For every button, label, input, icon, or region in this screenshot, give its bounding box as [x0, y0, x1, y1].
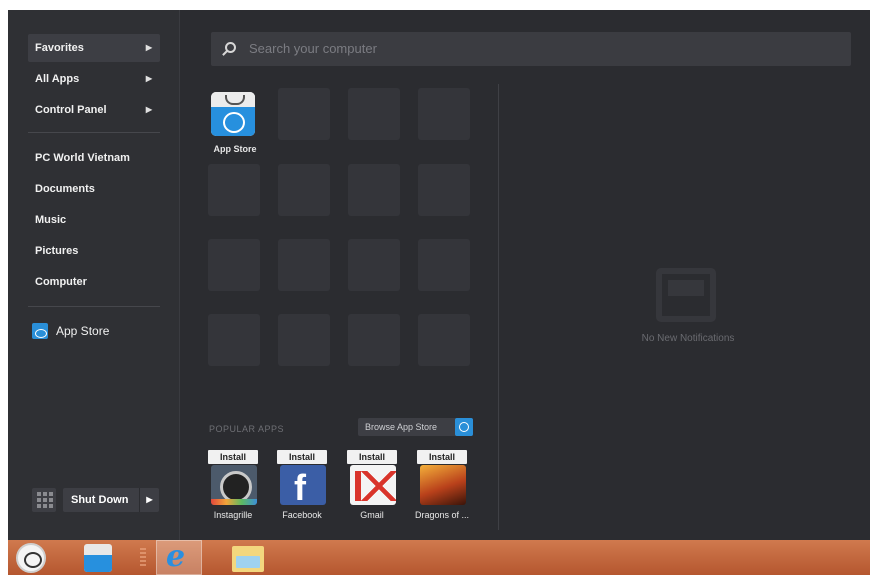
- empty-tile[interactable]: [348, 314, 400, 366]
- column-divider: [498, 84, 499, 530]
- empty-tile[interactable]: [278, 239, 330, 291]
- nav-pictures[interactable]: Pictures: [28, 237, 160, 265]
- grid-dot: [43, 504, 47, 508]
- internet-explorer-icon[interactable]: e: [156, 539, 202, 575]
- search-icon: [225, 42, 236, 53]
- nav-favorites-label: Favorites: [35, 42, 84, 54]
- empty-tile[interactable]: [348, 88, 400, 140]
- search-placeholder: Search your computer: [249, 41, 377, 56]
- all-apps-grid-button[interactable]: [32, 488, 56, 512]
- install-button-facebook[interactable]: Install: [277, 450, 327, 464]
- empty-tile[interactable]: [208, 314, 260, 366]
- chevron-right-icon: ▶: [145, 105, 152, 114]
- install-button-instagrille[interactable]: Install: [208, 450, 258, 464]
- nav-documents[interactable]: Documents: [28, 175, 160, 203]
- empty-tile[interactable]: [278, 314, 330, 366]
- start-menu: Favorites ▶ All Apps ▶ Control Panel ▶ P…: [8, 10, 870, 540]
- app-store-tile-label: App Store: [213, 144, 257, 154]
- empty-tile[interactable]: [278, 88, 330, 140]
- nav-divider: [28, 132, 160, 133]
- install-button-dragons[interactable]: Install: [417, 450, 467, 464]
- shutdown-label: Shut Down: [71, 494, 129, 506]
- empty-tile[interactable]: [278, 164, 330, 216]
- dragons-app-icon[interactable]: [420, 465, 466, 505]
- nav-favorites[interactable]: Favorites ▶: [28, 34, 160, 62]
- inbox-icon: [656, 268, 716, 322]
- left-panel: Favorites ▶ All Apps ▶ Control Panel ▶ P…: [8, 10, 180, 540]
- empty-tile[interactable]: [348, 164, 400, 216]
- nav-control-panel-label: Control Panel: [35, 104, 107, 116]
- nav-pc-world-vietnam[interactable]: PC World Vietnam: [28, 144, 160, 172]
- grid-dot: [37, 498, 41, 502]
- file-explorer-icon[interactable]: [232, 546, 264, 572]
- nav-music[interactable]: Music: [28, 206, 160, 234]
- gmail-app-icon[interactable]: [350, 465, 396, 505]
- chevron-right-icon: ▶: [145, 74, 152, 83]
- facebook-label: Facebook: [282, 510, 322, 520]
- empty-tile[interactable]: [418, 314, 470, 366]
- taskbar-app-store-icon[interactable]: [84, 544, 112, 572]
- nav-divider: [28, 306, 160, 307]
- empty-tile[interactable]: [208, 164, 260, 216]
- empty-tile[interactable]: [348, 239, 400, 291]
- grid-dot: [49, 492, 53, 496]
- empty-tile[interactable]: [418, 88, 470, 140]
- grid-dot: [43, 492, 47, 496]
- nav-all-apps-label: All Apps: [35, 73, 80, 85]
- shutdown-button[interactable]: Shut Down ▶: [63, 488, 159, 512]
- taskbar: e: [8, 539, 870, 575]
- browse-app-store-label: Browse App Store: [365, 422, 438, 432]
- facebook-app-icon[interactable]: [280, 465, 326, 505]
- browse-app-store-button[interactable]: Browse App Store: [358, 418, 473, 436]
- grid-dot: [37, 504, 41, 508]
- app-store-icon: [455, 418, 473, 436]
- nav-control-panel[interactable]: Control Panel ▶: [28, 96, 160, 124]
- shopping-bag-icon: [211, 92, 255, 107]
- grid-dot: [49, 504, 53, 508]
- grid-dot: [49, 498, 53, 502]
- nav-all-apps[interactable]: All Apps ▶: [28, 65, 160, 93]
- install-button-gmail[interactable]: Install: [347, 450, 397, 464]
- search-input[interactable]: Search your computer: [211, 32, 851, 66]
- gmail-label: Gmail: [360, 510, 384, 520]
- grid-dot: [37, 492, 41, 496]
- app-store-icon: [32, 323, 48, 339]
- app-store-logo: [211, 107, 255, 136]
- dragons-label: Dragons of ...: [414, 510, 470, 520]
- empty-tile[interactable]: [418, 164, 470, 216]
- instagrille-app-icon[interactable]: [211, 465, 257, 505]
- nav-computer[interactable]: Computer: [28, 268, 160, 296]
- app-store-tile[interactable]: [211, 92, 255, 136]
- popular-apps-heading: POPULAR APPS: [209, 424, 285, 434]
- start-button-icon[interactable]: [16, 543, 46, 573]
- instagrille-label: Instagrille: [213, 510, 253, 520]
- empty-tile[interactable]: [418, 239, 470, 291]
- taskbar-grip[interactable]: [140, 548, 146, 568]
- ie-glyph: e: [166, 539, 186, 574]
- pinned-app-store[interactable]: App Store: [32, 320, 109, 342]
- grid-dot: [43, 498, 47, 502]
- empty-tile[interactable]: [208, 239, 260, 291]
- shutdown-options-arrow[interactable]: ▶: [139, 488, 159, 512]
- pinned-app-store-label: App Store: [56, 324, 110, 338]
- chevron-right-icon: ▶: [145, 43, 152, 52]
- no-notifications-text: No New Notifications: [641, 333, 735, 344]
